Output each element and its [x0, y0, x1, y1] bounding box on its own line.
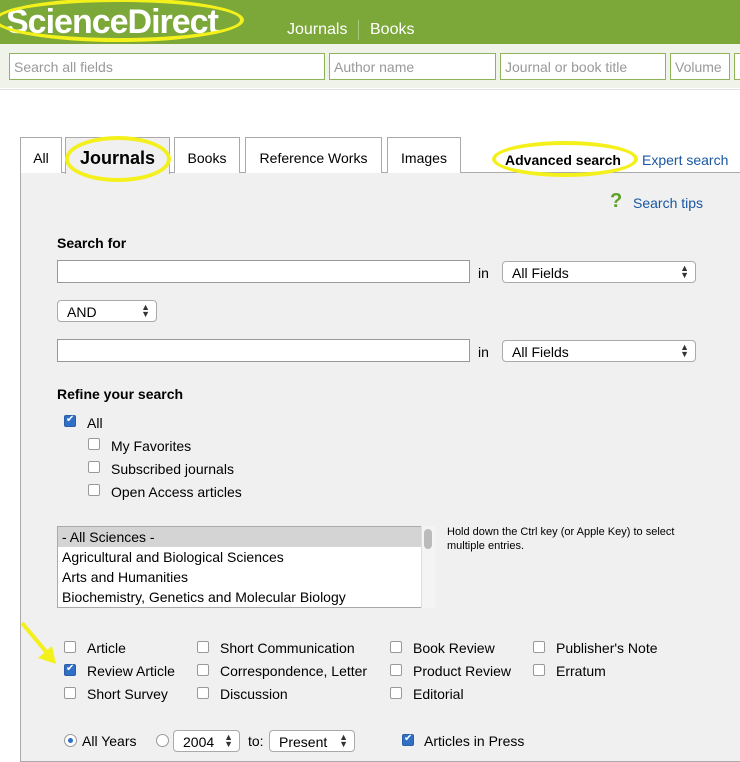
select-arrows-icon: ▲ ▼ — [224, 732, 233, 749]
type-book-review-label: Book Review — [413, 640, 495, 656]
type-article-checkbox[interactable] — [64, 641, 76, 653]
field-select-1[interactable]: All Fields ▲ ▼ — [502, 261, 696, 283]
in-label-2: in — [478, 344, 489, 360]
select-arrows-icon: ▲ ▼ — [680, 342, 689, 359]
articles-in-press-label: Articles in Press — [424, 733, 525, 749]
search-term-1-input[interactable] — [57, 260, 470, 283]
field-select-2[interactable]: All Fields ▲ ▼ — [502, 340, 696, 362]
subject-option[interactable]: - All Sciences - — [58, 527, 434, 547]
type-short-communication-label: Short Communication — [220, 640, 355, 656]
field-select-1-value: All Fields — [512, 265, 569, 281]
highlight-arrow-icon — [20, 621, 56, 664]
type-erratum-label: Erratum — [556, 663, 606, 679]
subject-listbox[interactable]: - All Sciences - Agricultural and Biolog… — [57, 526, 435, 608]
subject-option[interactable]: Arts and Humanities — [58, 567, 434, 587]
type-short-communication-checkbox[interactable] — [197, 641, 209, 653]
type-short-survey-label: Short Survey — [87, 686, 168, 702]
type-discussion-checkbox[interactable] — [197, 687, 209, 699]
subject-option[interactable]: Agricultural and Biological Sciences — [58, 547, 434, 567]
type-product-review-checkbox[interactable] — [390, 664, 402, 676]
tab-all[interactable]: All — [20, 137, 62, 173]
expert-search-link[interactable]: Expert search — [642, 152, 728, 168]
refine-subscribed-checkbox[interactable] — [88, 461, 100, 473]
refine-favorites-label: My Favorites — [111, 438, 192, 454]
all-years-label: All Years — [82, 733, 137, 749]
field-select-2-value: All Fields — [512, 344, 569, 360]
refine-open-access-checkbox[interactable] — [88, 484, 100, 496]
search-term-2-input[interactable] — [57, 339, 470, 362]
type-article-label: Article — [87, 640, 126, 656]
tab-reference-works[interactable]: Reference Works — [245, 137, 382, 173]
in-label-1: in — [478, 265, 489, 281]
journals-highlight-circle — [65, 136, 171, 182]
type-publishers-note-label: Publisher's Note — [556, 640, 658, 656]
type-correspondence-checkbox[interactable] — [197, 664, 209, 676]
help-icon: ? — [610, 190, 623, 212]
advanced-search-highlight-circle — [492, 141, 638, 177]
type-review-article-checkbox[interactable] — [64, 663, 76, 676]
refine-open-access-label: Open Access articles — [111, 484, 242, 500]
year-to-select[interactable]: Present ▲ ▼ — [269, 730, 355, 752]
type-discussion-label: Discussion — [220, 686, 288, 702]
refine-all-checkbox[interactable] — [64, 414, 76, 427]
type-erratum-checkbox[interactable] — [533, 664, 545, 676]
all-years-radio[interactable] — [64, 734, 77, 747]
year-to-label: to: — [248, 733, 264, 749]
year-range-radio[interactable] — [156, 734, 169, 747]
refine-favorites-checkbox[interactable] — [88, 438, 100, 450]
select-arrows-icon: ▲ ▼ — [141, 302, 150, 319]
boolean-operator-select[interactable]: AND ▲ ▼ — [57, 300, 157, 322]
select-arrows-icon: ▲ ▼ — [680, 263, 689, 280]
refine-heading: Refine your search — [57, 386, 184, 402]
quick-search-volume[interactable] — [670, 53, 730, 80]
refine-all-label: All — [87, 415, 103, 431]
tab-images[interactable]: Images — [387, 137, 461, 173]
tab-books[interactable]: Books — [174, 137, 240, 173]
type-product-review-label: Product Review — [413, 663, 512, 679]
quick-search-all-fields[interactable] — [9, 53, 325, 80]
nav-books[interactable]: Books — [370, 21, 414, 39]
select-arrows-icon: ▲ ▼ — [339, 732, 348, 749]
type-editorial-label: Editorial — [413, 686, 464, 702]
type-editorial-checkbox[interactable] — [390, 687, 402, 699]
nav-divider — [358, 20, 359, 40]
quick-search-title[interactable] — [500, 53, 666, 80]
subject-option[interactable]: Biochemistry, Genetics and Molecular Bio… — [58, 587, 434, 607]
operator-value: AND — [67, 304, 97, 320]
type-review-article-label: Review Article — [87, 663, 175, 679]
type-short-survey-checkbox[interactable] — [64, 687, 76, 699]
search-tips-link[interactable]: Search tips — [633, 195, 703, 211]
year-to-value: Present — [279, 734, 328, 750]
header-divider — [0, 89, 740, 90]
year-from-value: 2004 — [183, 734, 215, 750]
type-correspondence-label: Correspondence, Letter — [220, 663, 368, 679]
nav-journals[interactable]: Journals — [287, 21, 347, 39]
type-book-review-checkbox[interactable] — [390, 641, 402, 653]
search-for-heading: Search for — [57, 235, 127, 251]
refine-subscribed-label: Subscribed journals — [111, 461, 234, 477]
year-from-select[interactable]: 2004 ▲ ▼ — [173, 730, 240, 752]
type-publishers-note-checkbox[interactable] — [533, 641, 545, 653]
quick-search-issue[interactable] — [734, 53, 740, 80]
multi-select-hint: Hold down the Ctrl key (or Apple Key) to… — [447, 526, 675, 552]
subject-listbox-scroll-thumb[interactable] — [424, 529, 432, 549]
quick-search-author[interactable] — [329, 53, 496, 80]
articles-in-press-checkbox[interactable] — [402, 733, 414, 746]
